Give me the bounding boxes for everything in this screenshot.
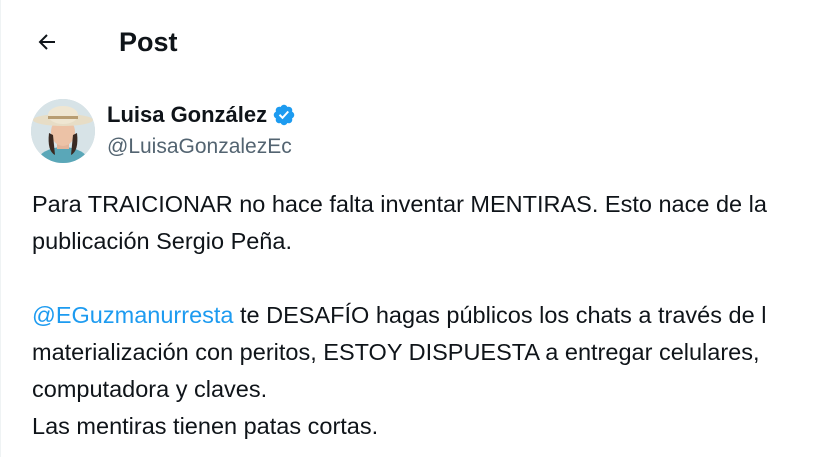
page-title: Post [119, 27, 178, 57]
tweet-line: computadora y claves. [32, 376, 268, 402]
post-header: Post [1, 0, 820, 86]
tweet-line: Las mentiras tienen patas cortas. [32, 413, 379, 439]
back-button[interactable] [27, 22, 67, 62]
tweet-line: materialización con peritos, ESTOY DISPU… [32, 339, 760, 365]
tweet-text: Para TRAICIONAR no hace falta inventar M… [32, 186, 820, 445]
verified-badge-icon [273, 104, 295, 126]
tweet-line: @EGuzmanurresta te DESAFÍO hagas público… [32, 297, 820, 334]
author-name-row: Luisa González [107, 101, 296, 129]
arrow-left-icon [38, 34, 55, 50]
tweet-line: Para TRAICIONAR no hace falta inventar M… [32, 191, 767, 217]
mention-link[interactable]: @EGuzmanurresta [32, 302, 233, 328]
post-page: Post Luisa González @LuisaGonzalezEc Par… [0, 0, 820, 457]
avatar[interactable] [31, 99, 95, 163]
tweet-line-text: te DESAFÍO hagas públicos los chats a tr… [233, 302, 767, 328]
avatar-image [31, 99, 95, 163]
tweet-line: publicación Sergio Peña. [32, 228, 292, 254]
author-name[interactable]: Luisa González [107, 101, 267, 129]
author-handle[interactable]: @LuisaGonzalezEc [107, 134, 292, 160]
